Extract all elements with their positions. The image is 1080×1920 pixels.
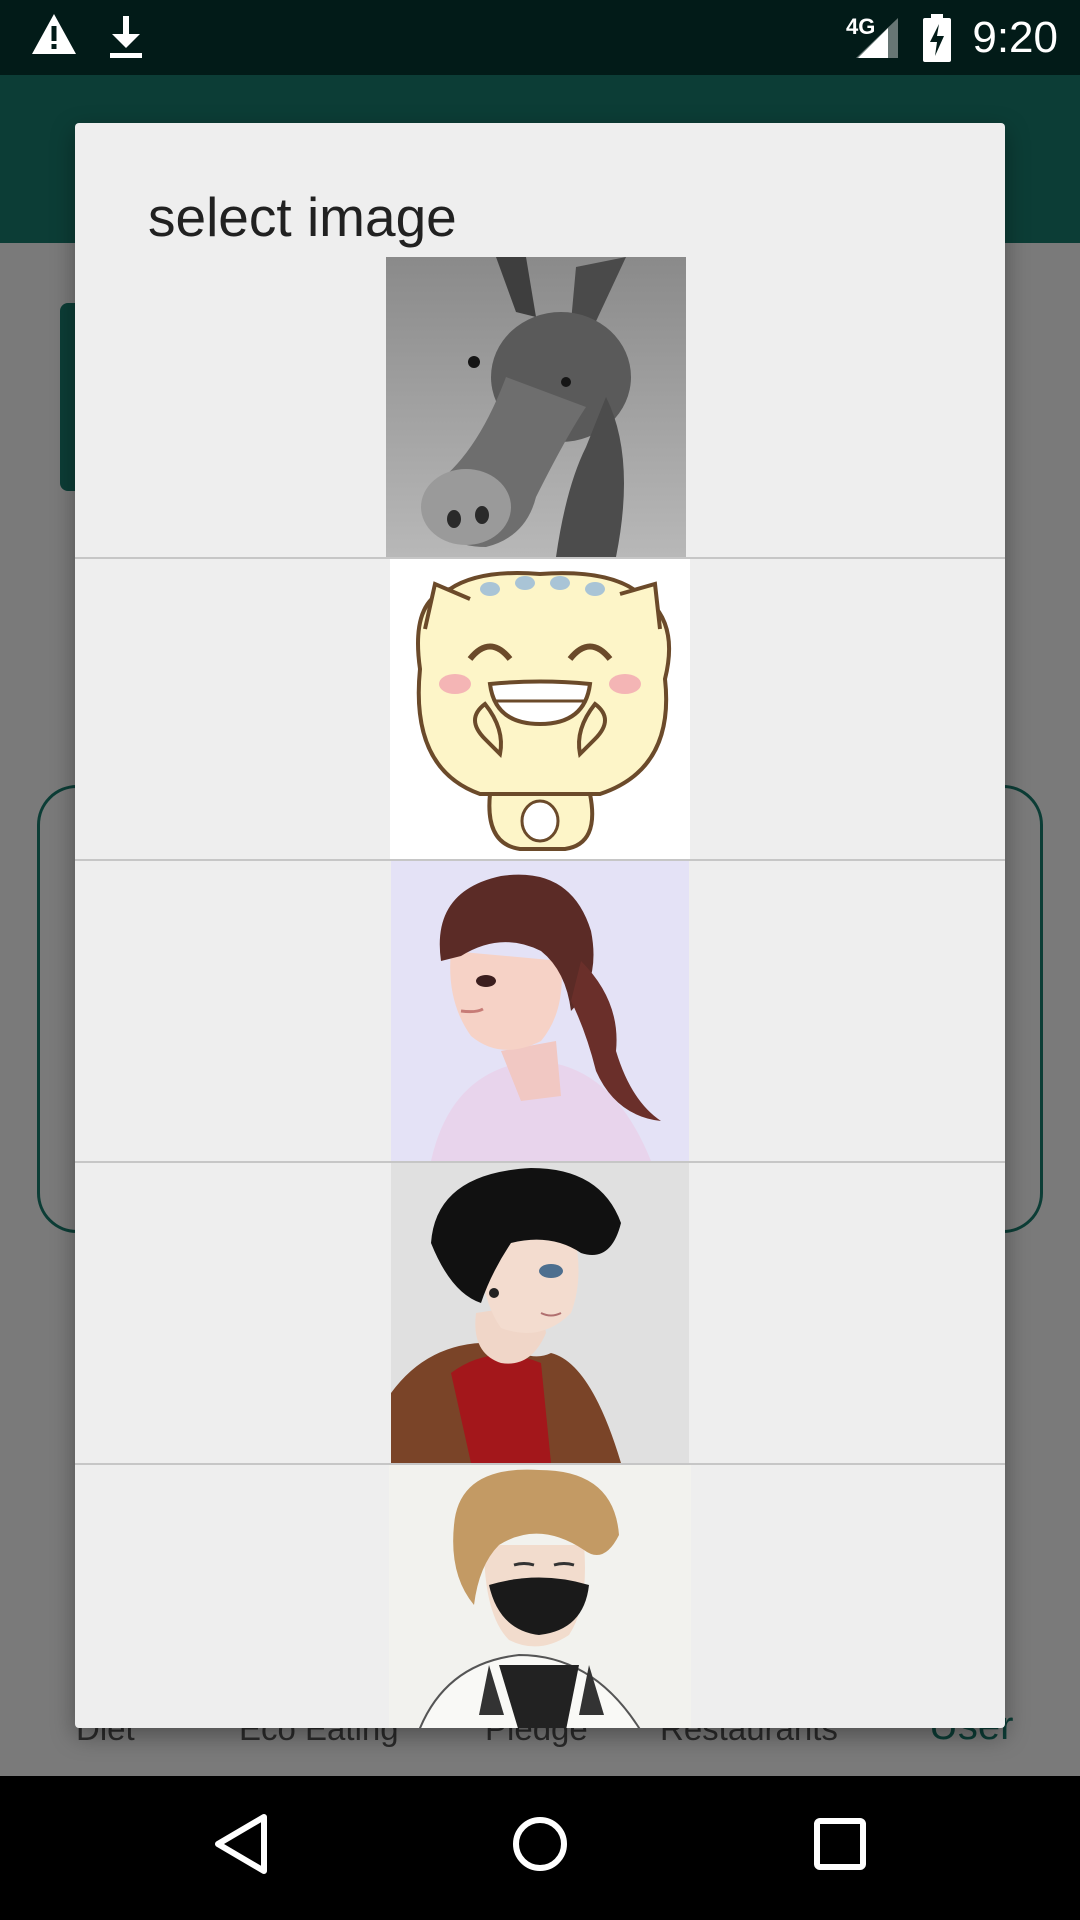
smiling-cat-sticker[interactable] (390, 559, 690, 859)
recents-icon[interactable] (812, 1812, 868, 1876)
list-item[interactable] (75, 257, 1005, 559)
battery-charging-icon (923, 14, 951, 62)
anime-girl-ponytail[interactable] (391, 861, 689, 1161)
anime-boy-dark-hair[interactable] (391, 1163, 689, 1463)
download-icon (110, 16, 142, 58)
select-image-dialog: select image (75, 123, 1005, 1728)
list-item[interactable] (75, 1465, 1005, 1728)
system-navigation-bar (0, 1776, 1080, 1920)
dialog-title: select image (148, 186, 457, 248)
list-item[interactable] (75, 559, 1005, 861)
back-icon[interactable] (212, 1812, 272, 1876)
donkey-image[interactable] (386, 257, 686, 557)
warning-icon (32, 14, 76, 54)
signal-icon (856, 18, 898, 58)
home-icon[interactable] (510, 1812, 570, 1876)
list-item[interactable] (75, 1163, 1005, 1465)
list-item[interactable] (75, 861, 1005, 1163)
status-bar: 4G 9:20 (0, 0, 1080, 75)
image-list[interactable] (75, 257, 1005, 1728)
status-time: 9:20 (972, 13, 1058, 62)
anime-boy-mask[interactable] (389, 1465, 691, 1728)
